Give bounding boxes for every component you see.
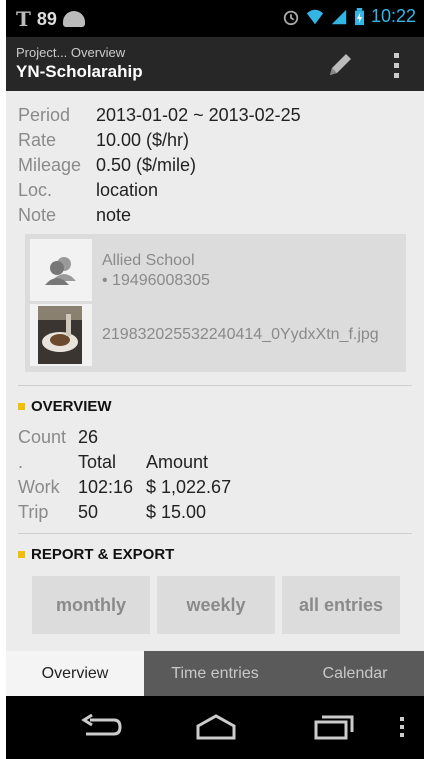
overview-header-blank: . [18, 452, 24, 472]
person-icon [45, 257, 76, 285]
contact-attachment-card: Allied School • 19496008305 219832025532… [25, 234, 406, 372]
contact-name: Allied School [102, 252, 195, 269]
detail-value: 2013-01-02 ~ 2013-02-25 [96, 105, 301, 125]
overview-content: Period 2013-01-02 ~ 2013-02-25 Rate 10.0… [6, 91, 424, 651]
signal-icon [331, 9, 347, 24]
alarm-icon [283, 10, 299, 25]
wifi-icon [306, 9, 324, 24]
divider [18, 533, 412, 534]
contact-avatar [30, 239, 92, 301]
project-details: Period 2013-01-02 ~ 2013-02-25 Rate 10.0… [18, 103, 301, 228]
detail-row-period: Period 2013-01-02 ~ 2013-02-25 [18, 103, 301, 128]
divider [18, 385, 412, 386]
overview-header-total: Total [78, 452, 117, 472]
count-value: 26 [78, 427, 99, 447]
system-nav-bar [6, 696, 424, 759]
attachment-item[interactable]: 219832025532240414_0YydxXtn_f.jpg [30, 304, 401, 366]
detail-value: note [96, 205, 132, 225]
tab-overview[interactable]: Overview [6, 651, 144, 696]
bottom-tabs: Overview Time entries Calendar [6, 651, 424, 696]
weekly-button[interactable]: weekly [157, 576, 275, 634]
nav-menu-icon[interactable] [398, 714, 406, 740]
detail-value: 10.00 ($/hr) [96, 130, 190, 150]
row-amount: $ 15.00 [146, 502, 207, 522]
home-icon[interactable] [194, 714, 238, 740]
detail-row-location: Loc. location [18, 178, 301, 203]
photo-thumbnail-icon [38, 306, 82, 364]
all-entries-button[interactable]: all entries [282, 576, 400, 634]
report-buttons: monthly weekly all entries [32, 576, 400, 634]
battery-icon [354, 7, 364, 25]
row-total: 50 [78, 502, 99, 522]
count-label: Count [18, 427, 67, 447]
app-notification-icon: T [16, 7, 31, 31]
detail-label: Note [18, 205, 57, 225]
row-amount: $ 1,022.67 [146, 477, 232, 497]
status-bar: T 89 10:22 [6, 0, 424, 37]
monthly-button[interactable]: monthly [32, 576, 150, 634]
clock-text: 10:22 [370, 6, 416, 26]
detail-row-note: Note note [18, 203, 301, 228]
overview-row-trip: Trip 50 $ 15.00 [18, 500, 231, 525]
detail-value: 0.50 ($/mile) [96, 155, 197, 175]
action-bar-subtitle: Project... Overview [16, 45, 126, 60]
tab-time-entries[interactable]: Time entries [144, 651, 286, 696]
tab-calendar[interactable]: Calendar [286, 651, 424, 696]
attachment-thumbnail [30, 304, 92, 366]
row-label: Trip [18, 502, 49, 522]
report-heading: REPORT & EXPORT [18, 546, 174, 563]
action-bar-title: YN-Scholarahip [16, 62, 143, 81]
back-icon[interactable] [78, 714, 122, 740]
detail-row-mileage: Mileage 0.50 ($/mile) [18, 153, 301, 178]
report-heading-text: REPORT & EXPORT [31, 546, 175, 563]
row-total: 102:16 [78, 477, 134, 497]
contact-item[interactable]: Allied School • 19496008305 [30, 239, 401, 301]
android-icon [62, 11, 85, 27]
contact-phone: • 19496008305 [102, 272, 210, 289]
battery-level-text: 89 [36, 8, 57, 29]
detail-label: Mileage [18, 155, 82, 175]
overview-table: Count 26 . Total Amount Work 102:16 $ 1,… [18, 425, 231, 525]
section-marker-icon [18, 551, 25, 558]
overflow-menu-icon[interactable] [386, 49, 406, 81]
overview-count-row: Count 26 [18, 425, 231, 450]
section-marker-icon [18, 403, 25, 410]
overview-row-work: Work 102:16 $ 1,022.67 [18, 475, 231, 500]
action-bar: Project... Overview YN-Scholarahip [6, 37, 424, 91]
recent-apps-icon[interactable] [312, 714, 356, 740]
edit-pencil-icon[interactable] [324, 49, 356, 81]
detail-row-rate: Rate 10.00 ($/hr) [18, 128, 301, 153]
detail-label: Rate [18, 130, 57, 150]
overview-header-amount: Amount [146, 452, 209, 472]
app-frame: T 89 10:22 Project... Overview YN-Schola… [6, 0, 424, 759]
overview-heading-text: OVERVIEW [31, 398, 112, 415]
attachment-filename: 219832025532240414_0YydxXtn_f.jpg [102, 326, 379, 343]
detail-label: Period [18, 105, 71, 125]
overview-header-row: . Total Amount [18, 450, 231, 475]
detail-value: location [96, 180, 159, 200]
overview-heading: OVERVIEW [18, 398, 112, 415]
detail-label: Loc. [18, 180, 53, 200]
row-label: Work [18, 477, 60, 497]
